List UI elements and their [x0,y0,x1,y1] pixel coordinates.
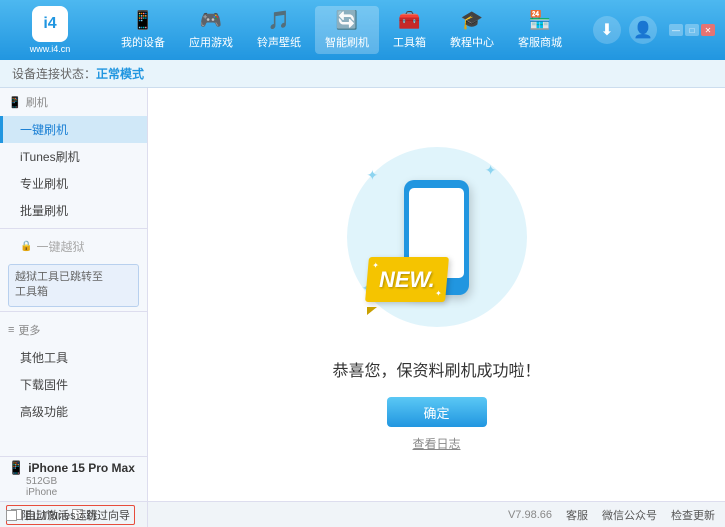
sidebar: 📱 刷机 一键刷机 iTunes刷机 专业刷机 批量刷机 🔒 一键越狱 越狱工具… [0,88,148,501]
my-device-icon: 📱 [132,10,154,31]
ribbon-new-text: NEW. [379,267,435,293]
ribbon-corner [367,307,377,315]
itunes-check-area: 阻止iTunes运行 [6,507,98,523]
nav-my-device-label: 我的设备 [121,34,165,50]
success-message: 恭喜您，保资料刷机成功啦！ [332,357,540,381]
sidebar-item-batch-flash[interactable]: 批量刷机 [0,197,147,224]
check-update-link[interactable]: 检查更新 [671,507,715,523]
sidebar-section-flash: 📱 刷机 [0,88,147,116]
sidebar-item-itunes-flash[interactable]: iTunes刷机 [0,143,147,170]
device-name-row: 📱 iPhone 15 Pro Max [8,460,139,476]
logo-icon: i4 [32,6,68,42]
sidebar-divider-2 [0,311,147,312]
subheader-status: 正常模式 [96,65,144,82]
nav-bar: 📱 我的设备 🎮 应用游戏 🎵 铃声壁纸 🔄 智能刷机 🧰 工具箱 🎓 教程中心… [90,6,593,54]
alert-text: 越狱工具已跳转至工具箱 [15,271,103,298]
window-controls: — □ ✕ [669,24,715,36]
ringtone-icon: 🎵 [268,10,290,31]
footer-right: V7.98.66 客服 微信公众号 检查更新 [148,507,725,523]
confirm-button[interactable]: 确定 [387,397,487,427]
ribbon-star-left: ✦ [371,261,378,270]
sidebar-item-one-key-flash[interactable]: 一键刷机 [0,116,147,143]
header-right: ⬇ 👤 — □ ✕ [593,16,715,44]
main-area: 📱 刷机 一键刷机 iTunes刷机 专业刷机 批量刷机 🔒 一键越狱 越狱工具… [0,88,725,501]
sparkle-1: ✦ [367,167,379,184]
nav-tutorial[interactable]: 🎓 教程中心 [440,6,504,54]
sidebar-item-advanced[interactable]: 高级功能 [0,398,147,425]
device-storage: 512GB [8,476,139,487]
more-section-icon: ≡ [8,324,14,336]
nav-ringtone[interactable]: 🎵 铃声壁纸 [247,6,311,54]
jailbreak-label: 一键越狱 [36,238,84,255]
new-ribbon: ✦ NEW. ✦ [367,257,447,307]
service-icon: 🏪 [529,10,551,31]
sparkle-2: ✦ [485,162,497,179]
more-section-label: 更多 [18,322,40,338]
close-button[interactable]: ✕ [701,24,715,36]
nav-app-games-label: 应用游戏 [189,34,233,50]
nav-smart-flash[interactable]: 🔄 智能刷机 [315,6,379,54]
nav-my-device[interactable]: 📱 我的设备 [111,6,175,54]
sidebar-divider-1 [0,228,147,229]
main-content: ✦ ✦ ✦ ✦ NEW. ✦ 恭喜您，保资料刷机成功啦！ [148,88,725,501]
phone-circle-bg: ✦ ✦ ✦ ✦ NEW. ✦ [347,147,527,327]
device-phone-icon: 📱 [8,460,24,476]
lock-icon: 🔒 [20,241,32,252]
itunes-check-checkbox[interactable] [6,510,17,521]
subheader: 设备连接状态： 正常模式 [0,60,725,88]
nav-toolbox[interactable]: 🧰 工具箱 [383,6,436,54]
sidebar-item-other-tools[interactable]: 其他工具 [0,344,147,371]
customer-service-link[interactable]: 客服 [566,507,588,523]
tutorial-icon: 🎓 [461,10,483,31]
nav-smart-flash-label: 智能刷机 [325,34,369,50]
ribbon-star-right: ✦ [434,289,441,298]
itunes-check-label: 阻止iTunes运行 [21,507,98,523]
subheader-prefix: 设备连接状态： [12,65,96,82]
nav-service[interactable]: 🏪 客服商城 [508,6,572,54]
nav-service-label: 客服商城 [518,34,562,50]
flash-section-icon: 📱 [8,96,22,109]
download-firmware-label: 下载固件 [20,378,68,392]
device-info-panel: 📱 iPhone 15 Pro Max 512GB iPhone [0,456,148,501]
other-tools-label: 其他工具 [20,351,68,365]
download-button[interactable]: ⬇ [593,16,621,44]
nav-ringtone-label: 铃声壁纸 [257,34,301,50]
flash-section-label: 刷机 [26,94,48,110]
logo-url: www.i4.cn [30,44,71,54]
app-logo[interactable]: i4 www.i4.cn [10,6,90,54]
pro-flash-label: 专业刷机 [20,177,68,191]
sidebar-item-pro-flash[interactable]: 专业刷机 [0,170,147,197]
ribbon-shape: ✦ NEW. ✦ [365,257,449,302]
nav-tutorial-label: 教程中心 [450,34,494,50]
view-log-link[interactable]: 查看日志 [412,435,460,452]
sidebar-item-download-firmware[interactable]: 下载固件 [0,371,147,398]
sidebar-item-jailbreak: 🔒 一键越狱 [0,233,147,260]
device-type: iPhone [8,487,139,498]
smart-flash-icon: 🔄 [336,10,358,31]
nav-app-games[interactable]: 🎮 应用游戏 [179,6,243,54]
device-name: iPhone 15 Pro Max [28,461,135,475]
nav-toolbox-label: 工具箱 [393,34,426,50]
one-key-flash-label: 一键刷机 [20,123,68,137]
sidebar-section-more: ≡ 更多 [0,316,147,344]
itunes-flash-label: iTunes刷机 [20,150,80,164]
app-games-icon: 🎮 [200,10,222,31]
version-label: V7.98.66 [508,509,552,521]
user-button[interactable]: 👤 [629,16,657,44]
sidebar-alert: 越狱工具已跳转至工具箱 [8,264,139,307]
wechat-link[interactable]: 微信公众号 [602,507,657,523]
footer-bar: 自动激活 跳过向导 V7.98.66 客服 微信公众号 检查更新 [0,501,725,527]
maximize-button[interactable]: □ [685,24,699,36]
minimize-button[interactable]: — [669,24,683,36]
toolbox-icon: 🧰 [398,10,420,31]
advanced-label: 高级功能 [20,405,68,419]
phone-illustration: ✦ ✦ ✦ ✦ NEW. ✦ [337,137,537,337]
batch-flash-label: 批量刷机 [20,204,68,218]
header: i4 www.i4.cn 📱 我的设备 🎮 应用游戏 🎵 铃声壁纸 🔄 智能刷机… [0,0,725,60]
